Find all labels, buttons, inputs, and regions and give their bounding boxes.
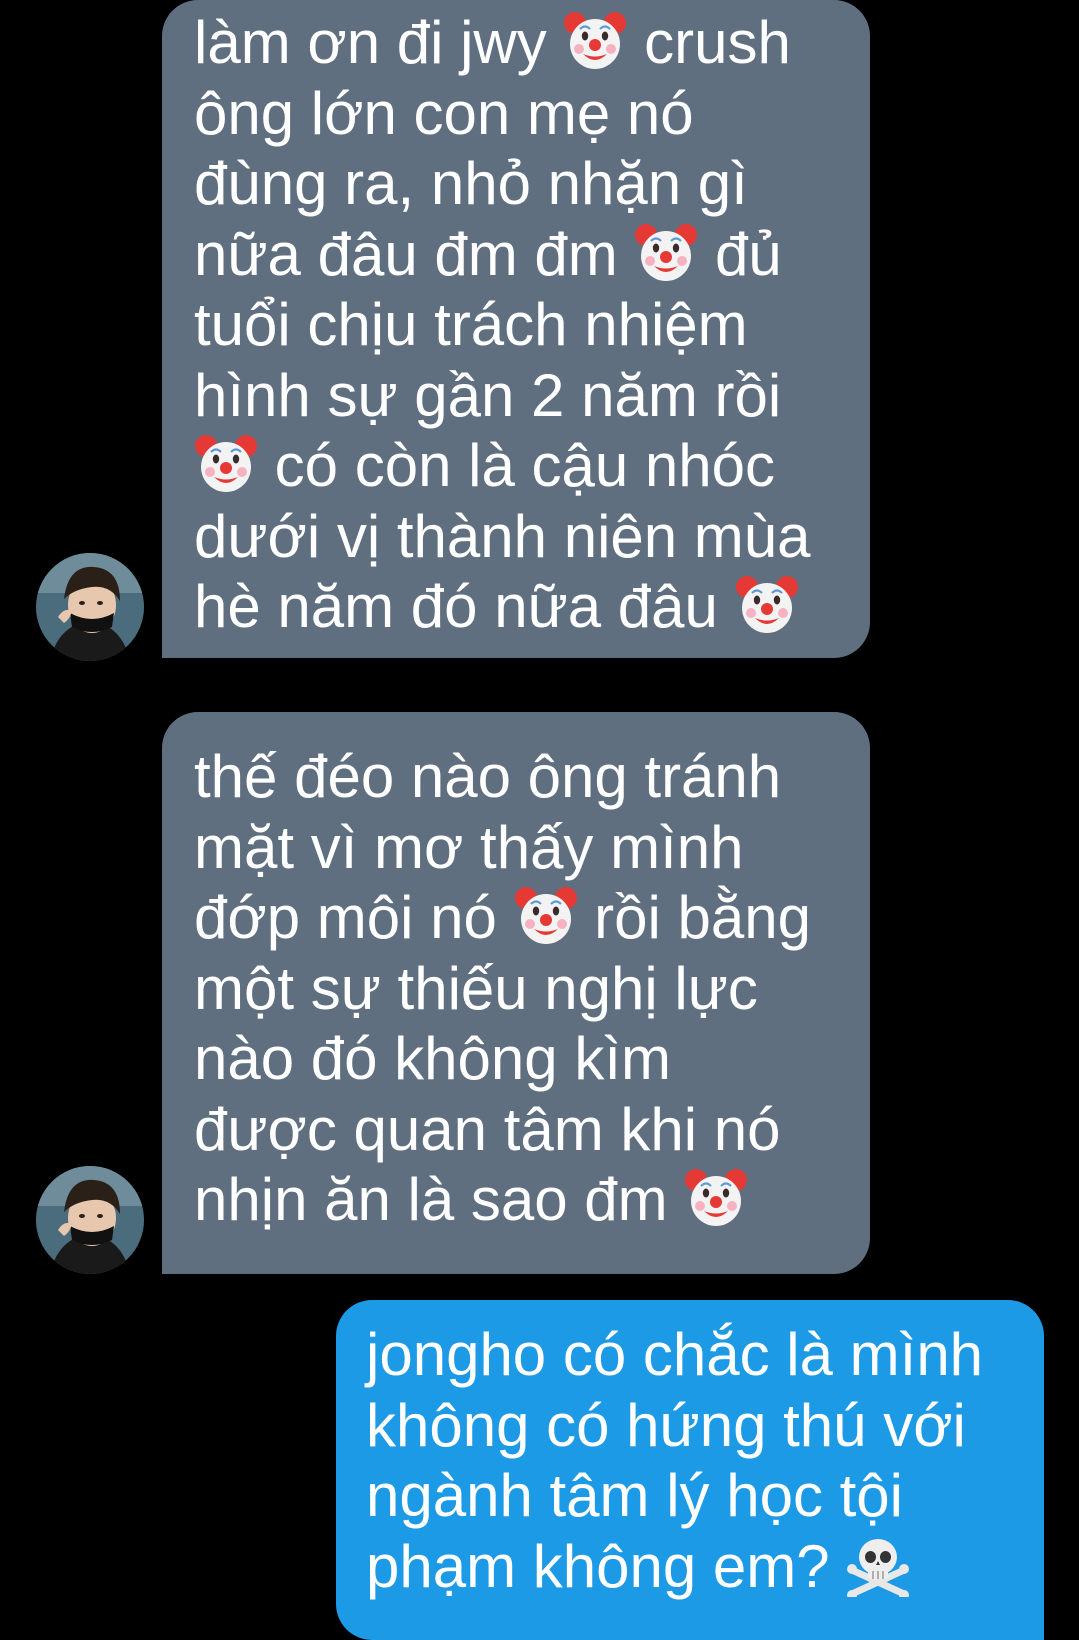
message-line: tuổi chịu trách nhiệm — [194, 290, 850, 361]
message-text: hè năm đó nữa đâu — [194, 573, 735, 640]
message-text: thế đéo nào ông tránh — [194, 743, 782, 810]
message-text: hình sự gần 2 năm rồi — [194, 361, 782, 429]
clown-face-icon — [514, 884, 578, 948]
message-line: hình sự gần 2 năm rồi — [194, 361, 850, 432]
message-line: nhịn ăn là sao đm — [194, 1165, 850, 1236]
message-bubble-incoming[interactable]: thế đéo nào ông tránh mặt vì mơ thấy mình… — [162, 712, 870, 1274]
message-line: đùng ra, nhỏ nhặn gì — [194, 149, 850, 220]
message-bubble-outgoing[interactable]: jongho có chắc là mình không có hứng thú … — [336, 1300, 1044, 1640]
message-line: mặt vì mơ thấy mình — [194, 813, 850, 884]
message-text: nào đó không kìm — [194, 1025, 671, 1092]
message-text: đùng ra, nhỏ nhặn gì — [194, 150, 748, 217]
clown-face-icon — [634, 221, 698, 285]
clown-face-icon — [684, 1166, 748, 1230]
message-text: được quan tâm khi nó — [194, 1095, 781, 1163]
message-text: ông lớn con mẹ nó — [194, 79, 694, 147]
message-line: làm ơn đi jwy crush — [194, 8, 850, 79]
clown-face-icon — [563, 9, 627, 73]
message-text: nữa đâu đm đm — [194, 220, 635, 288]
clown-face-icon — [194, 432, 258, 496]
message-line: jongho có chắc là mình — [366, 1320, 1024, 1391]
message-text: nhịn ăn là sao đm — [194, 1166, 685, 1233]
message-line: thế đéo nào ông tránh — [194, 742, 850, 813]
message-text: dưới vị thành niên mùa — [194, 502, 811, 570]
message-line: nào đó không kìm — [194, 1024, 850, 1095]
message-line: được quan tâm khi nó — [194, 1095, 850, 1166]
message-text: đủ — [698, 220, 782, 288]
message-text: mặt vì mơ thấy mình — [194, 813, 744, 881]
message-text: crush — [627, 9, 791, 76]
message-line: ngành tâm lý học tội — [366, 1461, 1024, 1532]
avatar[interactable] — [36, 553, 144, 661]
message-text: làm ơn đi jwy — [194, 9, 564, 76]
message-line: nữa đâu đm đm đủ — [194, 220, 850, 291]
message-text: một sự thiếu nghị lực — [194, 954, 758, 1022]
message-bubble-incoming[interactable]: làm ơn đi jwy crush ông lớn con mẹ nó đùng… — [162, 0, 870, 658]
message-line: có còn là cậu nhóc — [194, 431, 850, 502]
message-text: không có hứng thú với — [366, 1391, 966, 1459]
message-text: ngành tâm lý học tội — [366, 1462, 903, 1529]
message-line: hè năm đó nữa đâu — [194, 572, 850, 643]
clown-face-icon — [735, 573, 799, 637]
message-line: đớp môi nó rồi bằng — [194, 883, 850, 954]
skull-and-crossbones-icon — [846, 1533, 910, 1600]
message-text: rồi bằng — [577, 884, 812, 951]
avatar[interactable] — [36, 1166, 144, 1274]
message-text: phạm không em? — [366, 1532, 847, 1600]
message-text: tuổi chịu trách nhiệm — [194, 291, 748, 358]
message-line: ông lớn con mẹ nó — [194, 79, 850, 150]
message-line: dưới vị thành niên mùa — [194, 502, 850, 573]
message-line: không có hứng thú với — [366, 1391, 1024, 1462]
message-text: jongho có chắc là mình — [366, 1321, 984, 1388]
message-line: một sự thiếu nghị lực — [194, 954, 850, 1025]
message-text: có còn là cậu nhóc — [258, 432, 776, 499]
message-line: phạm không em? — [366, 1532, 1024, 1603]
message-text: đớp môi nó — [194, 884, 514, 951]
